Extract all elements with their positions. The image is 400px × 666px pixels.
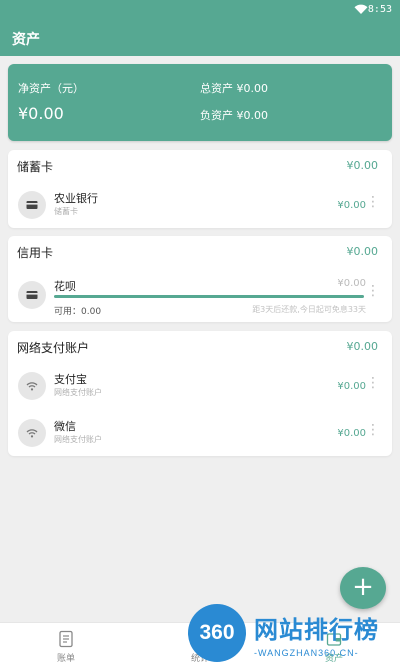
available-credit: 可用：0.00 [54,304,101,317]
total-assets-value: ¥0.00 [236,82,269,95]
bill-icon [59,630,73,648]
wifi-icon [18,419,46,447]
repayment-note: 距3天后还款,今日起可免息33天 [252,305,366,314]
tab-bill[interactable]: 账单 [26,623,106,666]
account-row-abc[interactable]: 农业银行 储蓄卡 ¥0.00 ⋮ [8,182,392,228]
section-amount: ¥0.00 [346,245,379,258]
section-header: 网络支付账户 ¥0.00 [8,331,392,361]
app-bar: 资产 [0,20,400,56]
net-assets-value: ¥0.00 [18,104,64,123]
section-online-payment: 网络支付账户 ¥0.00 支付宝 网络支付账户 ¥0.00 ⋮ 微信 网络支付账… [8,331,392,456]
account-row-alipay[interactable]: 支付宝 网络支付账户 ¥0.00 ⋮ [8,363,392,409]
available-credit-label: 可用： [54,307,82,317]
watermark-title: 网站排行榜 [254,616,379,644]
section-title: 网络支付账户 [17,341,90,355]
wifi-icon [18,372,46,400]
account-balance: ¥0.00 [337,381,366,392]
account-balance: ¥0.00 [337,278,366,289]
card-icon [18,191,46,219]
account-type: 网络支付账户 [54,435,102,444]
section-header: 信用卡 ¥0.00 [8,236,392,266]
status-bar: 8:53 [0,0,400,20]
account-type: 网络支付账户 [54,388,102,397]
account-balance: ¥0.00 [337,200,366,211]
more-options-icon[interactable]: ⋮ [366,376,380,390]
status-time: 8:53 [367,4,392,15]
account-name: 支付宝 [54,373,87,386]
section-amount: ¥0.00 [346,340,379,353]
section-title: 信用卡 [17,246,54,260]
account-name: 花呗 [54,280,76,293]
tab-bill-label: 账单 [56,654,75,664]
net-assets-label: 净资产（元） [18,82,84,95]
total-assets-label: 总资产 [200,82,233,95]
watermark-badge: 360 [188,604,246,662]
asset-summary-card: 净资产（元） ¥0.00 总资产 ¥0.00 负资产 ¥0.00 [8,64,392,141]
account-row-wechat[interactable]: 微信 网络支付账户 ¥0.00 ⋮ [8,410,392,456]
section-title: 储蓄卡 [17,160,54,174]
wifi-status-icon [354,4,368,18]
account-row-huabei[interactable]: 花呗 ¥0.00 可用：0.00 距3天后还款,今日起可免息33天 ⋮ [8,272,392,318]
more-options-icon[interactable]: ⋮ [366,423,380,437]
account-type: 储蓄卡 [54,207,78,216]
section-header: 储蓄卡 ¥0.00 [8,150,392,180]
debt-assets-label: 负资产 [200,109,233,122]
debt-assets-value: ¥0.00 [236,109,269,122]
site-watermark: 360 网站排行榜 -WANGZHAN360.CN- [188,602,400,664]
total-assets: 总资产 ¥0.00 [200,80,268,96]
more-options-icon[interactable]: ⋮ [366,195,380,209]
section-credit-card: 信用卡 ¥0.00 花呗 ¥0.00 可用：0.00 距3天后还款,今日起可免息… [8,236,392,322]
credit-usage-bar [54,295,364,298]
account-name: 农业银行 [54,192,98,205]
watermark-url: -WANGZHAN360.CN- [254,648,359,658]
account-name: 微信 [54,420,76,433]
debt-assets: 负资产 ¥0.00 [200,107,268,123]
available-credit-value: 0.00 [81,307,102,317]
account-balance: ¥0.00 [337,428,366,439]
section-savings-card: 储蓄卡 ¥0.00 农业银行 储蓄卡 ¥0.00 ⋮ [8,150,392,228]
section-amount: ¥0.00 [346,159,379,172]
card-icon [18,281,46,309]
more-options-icon[interactable]: ⋮ [366,284,380,298]
page-title: 资产 [12,32,40,48]
